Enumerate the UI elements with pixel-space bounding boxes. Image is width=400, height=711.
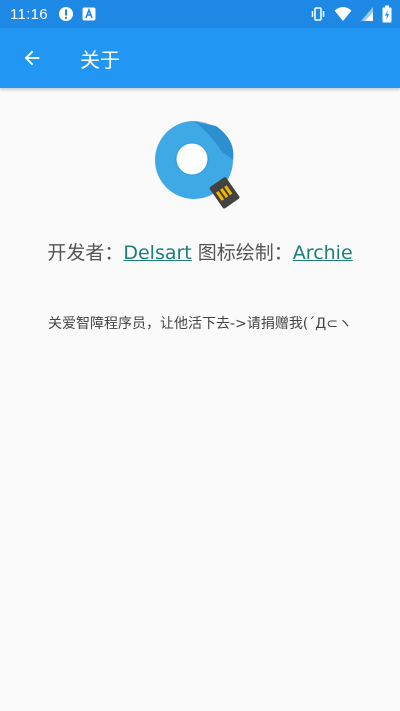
app-logo — [155, 121, 240, 209]
developer-link[interactable]: Delsart — [123, 242, 191, 264]
signal-icon — [361, 7, 373, 21]
back-button[interactable] — [4, 28, 60, 88]
status-time: 11:16 — [10, 5, 48, 23]
donate-text[interactable]: 关爱智障程序员，让他活下去->请捐赠我(´Д⊂ヽ — [0, 313, 400, 333]
alert-icon — [58, 7, 73, 21]
app-bar: 关于 — [0, 28, 400, 88]
arrow-back-icon — [24, 50, 40, 66]
a-icon — [82, 7, 96, 21]
icon-artist-link[interactable]: Archie — [293, 242, 353, 264]
wifi-icon — [334, 7, 352, 21]
about-content: 开发者：Delsart 图标绘制：Archie 关爱智障程序员，让他活下去->请… — [0, 88, 400, 711]
credits-line: 开发者：Delsart 图标绘制：Archie — [0, 238, 400, 265]
developer-label: 开发者： — [47, 242, 124, 264]
status-right-icons — [310, 5, 392, 23]
page-title: 关于 — [80, 47, 120, 72]
status-bar: 11:16 — [0, 0, 400, 28]
vibrate-icon — [311, 7, 325, 21]
battery-icon — [382, 5, 392, 23]
icon-artist-label: 图标绘制： — [191, 242, 293, 264]
status-left-icons — [58, 6, 96, 22]
